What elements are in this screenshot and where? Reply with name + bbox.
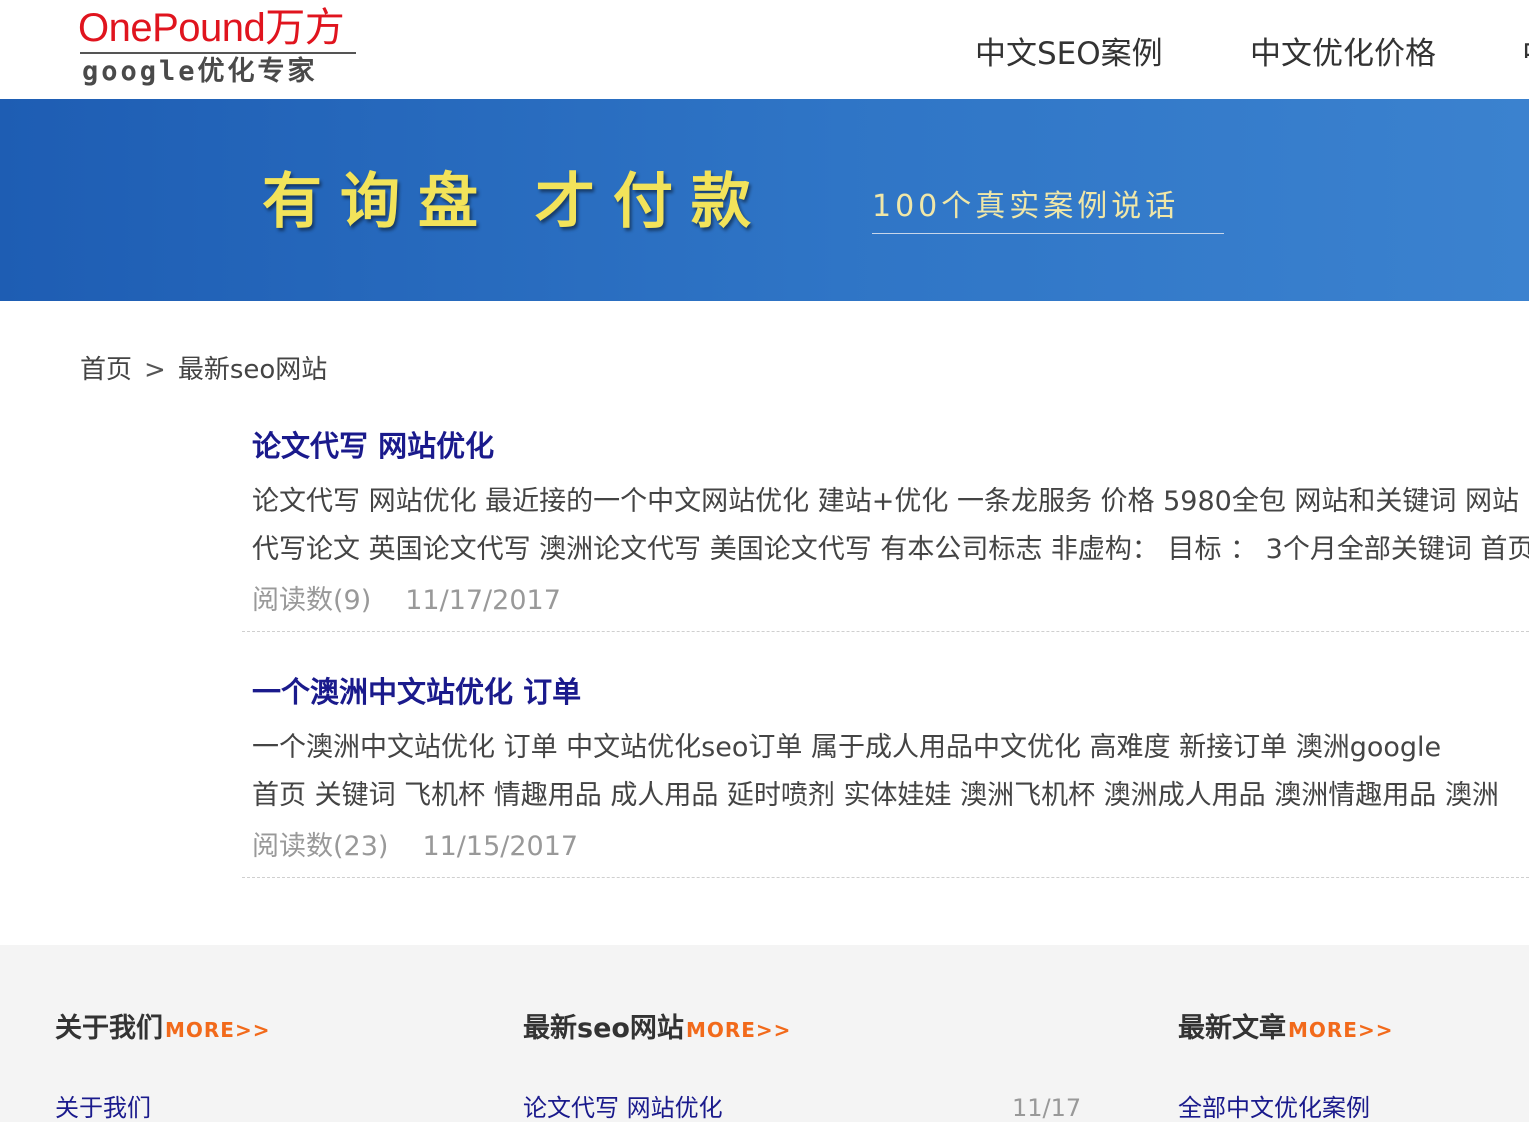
footer-col-latest-sites: 最新seo网站 MORE>> 论文代写 网站优化 11/17 bbox=[523, 1011, 1081, 1122]
footer-heading: 关于我们 MORE>> bbox=[55, 1011, 270, 1048]
site-footer: 关于我们 MORE>> 关于我们 最新seo网站 MORE>> 论文代写 网站优化 … bbox=[0, 945, 1529, 1122]
more-link[interactable]: MORE>> bbox=[165, 1018, 270, 1042]
banner-subline: 100个真实案例说话 bbox=[872, 189, 1180, 224]
article-title[interactable]: 一个澳洲中文站优化 订单 bbox=[252, 674, 581, 710]
footer-link[interactable]: 论文代写 网站优化 bbox=[523, 1091, 723, 1125]
more-link[interactable]: MORE>> bbox=[1288, 1018, 1393, 1042]
nav-item-pricing[interactable]: 中文优化价格 bbox=[1250, 32, 1436, 76]
footer-link[interactable]: 关于我们 bbox=[55, 1091, 151, 1125]
footer-heading: 最新seo网站 MORE>> bbox=[523, 1011, 791, 1048]
footer-link-date: 11/17 bbox=[1012, 1094, 1082, 1122]
nav-item-truncated[interactable]: 中 bbox=[1522, 32, 1529, 76]
site-header: OnePound万方 google优化专家 中文SEO案例 中文优化价格 中 bbox=[0, 0, 1529, 99]
footer-link[interactable]: 全部中文优化案例 bbox=[1178, 1091, 1370, 1125]
hero-banner: 有询盘 才付款 100个真实案例说话 bbox=[0, 99, 1529, 301]
nav-item-seo-cases[interactable]: 中文SEO案例 bbox=[975, 32, 1163, 76]
article-meta: 阅读数(9) 11/17/2017 bbox=[252, 583, 561, 619]
article-item: 论文代写 网站优化 论文代写 网站优化 最近接的一个中文网站优化 建站+优化 一… bbox=[242, 428, 1529, 632]
article-date: 11/15/2017 bbox=[422, 831, 579, 862]
banner-underline bbox=[872, 233, 1224, 234]
footer-col-latest-articles: 最新文章 MORE>> 全部中文优化案例 bbox=[1178, 1011, 1393, 1122]
more-link[interactable]: MORE>> bbox=[686, 1018, 791, 1042]
banner-headline: 有询盘 才付款 bbox=[262, 167, 769, 237]
footer-heading-text: 最新文章 bbox=[1178, 1013, 1286, 1044]
summary-line: 代写论文 英国论文代写 澳洲论文代写 美国论文代写 有本公司标志 非虚构： 目标… bbox=[252, 534, 1529, 565]
article-item: 一个澳洲中文站优化 订单 一个澳洲中文站优化 订单 中文站优化seo订单 属于成… bbox=[242, 674, 1529, 878]
summary-line: 一个澳洲中文站优化 订单 中文站优化seo订单 属于成人用品中文优化 高难度 新… bbox=[252, 732, 1442, 763]
breadcrumb-current[interactable]: 最新seo网站 bbox=[178, 355, 327, 385]
breadcrumb: 首页 > 最新seo网站 bbox=[80, 352, 327, 388]
view-count: 阅读数(9) bbox=[252, 585, 372, 616]
summary-line: 首页 关键词 飞机杯 情趣用品 成人用品 延时喷剂 实体娃娃 澳洲飞机杯 澳洲成… bbox=[252, 780, 1499, 811]
footer-heading: 最新文章 MORE>> bbox=[1178, 1011, 1393, 1048]
breadcrumb-home[interactable]: 首页 bbox=[80, 355, 132, 385]
footer-col-about: 关于我们 MORE>> 关于我们 bbox=[55, 1011, 270, 1122]
article-summary: 论文代写 网站优化 最近接的一个中文网站优化 建站+优化 一条龙服务 价格 59… bbox=[252, 478, 1529, 578]
summary-line: 论文代写 网站优化 最近接的一个中文网站优化 建站+优化 一条龙服务 价格 59… bbox=[252, 486, 1519, 517]
article-meta: 阅读数(23) 11/15/2017 bbox=[252, 829, 578, 865]
main-nav: 中文SEO案例 中文优化价格 中 bbox=[0, 32, 1529, 80]
article-summary: 一个澳洲中文站优化 订单 中文站优化seo订单 属于成人用品中文优化 高难度 新… bbox=[252, 724, 1529, 824]
breadcrumb-separator: > bbox=[144, 355, 166, 385]
footer-heading-text: 关于我们 bbox=[55, 1013, 163, 1044]
article-date: 11/17/2017 bbox=[405, 585, 561, 616]
footer-heading-text: 最新seo网站 bbox=[523, 1013, 684, 1044]
article-title[interactable]: 论文代写 网站优化 bbox=[252, 428, 494, 464]
view-count: 阅读数(23) bbox=[252, 831, 389, 862]
